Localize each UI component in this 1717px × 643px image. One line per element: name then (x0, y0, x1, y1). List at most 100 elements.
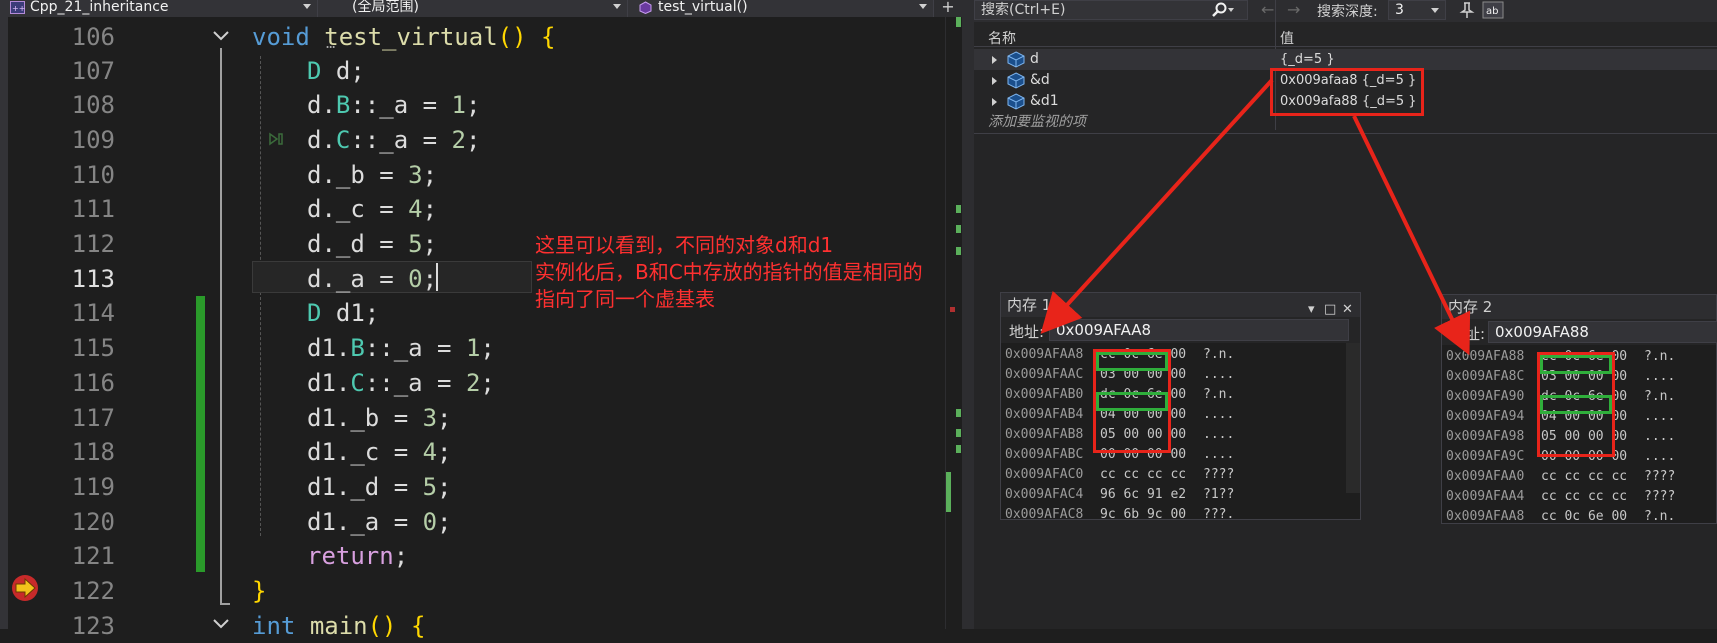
scroll-marker (956, 17, 961, 27)
code-text: () { (497, 23, 556, 51)
memory-address: 0x009AFAB0 (1005, 387, 1084, 402)
code-text: ::_a = (364, 334, 466, 362)
memory-chars: .... (1644, 369, 1676, 384)
memory-scrollbar[interactable] (1346, 343, 1360, 493)
run-to-click-icon[interactable] (267, 131, 287, 147)
collapse-chevron-icon[interactable] (212, 29, 230, 43)
pin-icon[interactable] (1458, 1, 1476, 19)
search-depth-value: 3 (1395, 2, 1404, 18)
object-cube-icon (1007, 93, 1025, 110)
code-line-108[interactable]: d.B::_a = 1; (307, 88, 480, 122)
indicator-margin[interactable] (0, 17, 8, 629)
column-header-value[interactable]: 值 (1280, 28, 1294, 48)
code-line-107[interactable]: D d; (307, 54, 365, 88)
code-line-113[interactable]: d._a = 0; (307, 262, 437, 296)
scope-dropdown[interactable]: (全局范围) (318, 0, 628, 17)
memory-row[interactable]: 0x009AFAC0 cc cc cc cc???? (1005, 465, 1335, 485)
code-text: ::_a = (364, 369, 466, 397)
memory-address: 0x009AFAA8 (1446, 509, 1525, 524)
memory-chars: .... (1203, 447, 1235, 462)
memory-chars: .... (1203, 367, 1235, 382)
watch-name: &d (1030, 72, 1050, 88)
code-line-112[interactable]: d._d = 5; (307, 227, 437, 261)
line-number: 110 (71, 161, 115, 189)
memory-chars: .... (1644, 449, 1676, 464)
search-next-button[interactable]: → (1287, 0, 1300, 19)
memory-row[interactable]: 0x009AFAC4 96 6c 91 e2 ?1?? (1005, 485, 1335, 505)
memory-window-1[interactable]: 内存 1 ▾ □ ✕ 地址: 0x009AFAA8 0x009AFAA8 cc 0… (1000, 292, 1361, 522)
code-text: ; (480, 334, 495, 362)
memory-row[interactable]: 0x009AFAA0 cc cc cc cc???? (1446, 467, 1717, 487)
code-text: d1. (307, 334, 351, 362)
code-line-110[interactable]: d._b = 3; (307, 158, 437, 192)
line-number: 119 (71, 473, 115, 501)
split-editor-button[interactable]: + (934, 0, 962, 17)
code-line-111[interactable]: d._c = 4; (307, 192, 437, 226)
memory-row[interactable]: 0x009AFAA4 cc cc cc cc???? (1446, 487, 1717, 507)
search-previous-button[interactable]: ← (1261, 0, 1274, 19)
watch-row[interactable]: d {_d=5 } (974, 49, 1717, 70)
address-input[interactable]: 0x009AFA88 (1488, 321, 1717, 343)
vbptr-highlight-box (1540, 395, 1612, 414)
code-text: ; (465, 91, 481, 119)
annotation-line: 指向了同一个虚基表 (535, 287, 715, 311)
code-line-118[interactable]: d1._c = 4; (307, 435, 452, 469)
scroll-marker (956, 409, 961, 417)
code-line-109[interactable]: d.C::_a = 2; (307, 123, 480, 157)
code-line-120[interactable]: d1._a = 0; (307, 505, 452, 539)
number-literal: 1 (465, 334, 481, 362)
code-editor[interactable]: ++ Cpp_21_inheritance (全局范围) test_virtua… (0, 0, 962, 640)
memory-chars: ?.n. (1203, 347, 1235, 362)
code-text: () { (367, 612, 426, 640)
memory-address: 0x009AFAAC (1005, 367, 1084, 382)
search-depth-dropdown[interactable]: 3 (1388, 0, 1446, 20)
search-icon[interactable] (1211, 1, 1235, 19)
address-highlight-box (1270, 68, 1424, 116)
code-line-119[interactable]: d1._d = 5; (307, 470, 452, 504)
panel-divider[interactable] (962, 0, 974, 629)
code-line-122[interactable]: } (252, 574, 266, 608)
number-literal: 0 (422, 508, 438, 536)
annotation-line: 这里可以看到，不同的对象d和d1 (535, 233, 834, 257)
function-identifier: main (309, 612, 368, 640)
search-depth-label: 搜索深度: (1317, 4, 1378, 20)
expand-arrow-icon[interactable] (992, 56, 997, 64)
memory-bytes: cc 0c 6e 00 (1541, 509, 1628, 524)
line-number: 107 (71, 57, 115, 85)
code-line-117[interactable]: d1._b = 3; (307, 401, 452, 435)
memory-chars: ???? (1203, 467, 1235, 482)
memory-row[interactable]: 0x009AFAC8 9c 6b 9c 00???. (1005, 505, 1335, 525)
code-line-116[interactable]: d1.C::_a = 2; (307, 366, 495, 400)
address-input[interactable]: 0x009AFAA8 (1049, 319, 1349, 341)
indent-guide (260, 56, 261, 536)
keyword-return: return (307, 542, 394, 570)
number-literal: 2 (451, 126, 466, 154)
type-identifier: D (307, 299, 322, 327)
search-input[interactable]: 搜索(Ctrl+E) (974, 0, 1248, 20)
expand-arrow-icon[interactable] (992, 77, 997, 85)
memory-bytes: cc cc cc cc (1541, 469, 1628, 484)
project-dropdown[interactable]: ++ Cpp_21_inheritance (0, 0, 318, 17)
code-line-121[interactable]: return; (307, 539, 408, 573)
code-line-115[interactable]: d1.B::_a = 1; (307, 331, 495, 365)
editor-vertical-scrollbar[interactable] (945, 17, 962, 629)
type-identifier: B (335, 91, 351, 119)
code-text: ; (422, 195, 438, 223)
line-number: 114 (71, 299, 115, 327)
hex-display-icon[interactable]: ab (1482, 1, 1504, 19)
code-line-106[interactable]: void test_virtual() { (252, 20, 555, 54)
memory-row[interactable]: 0x009AFAA8 cc 0c 6e 00 ?.n. (1446, 507, 1717, 527)
function-dropdown[interactable]: test_virtual() (628, 0, 934, 17)
memory-address: 0x009AFA94 (1446, 409, 1525, 424)
line-number: 122 (71, 577, 115, 605)
expand-arrow-icon[interactable] (992, 98, 997, 106)
line-number: 108 (71, 91, 115, 119)
number-literal: 3 (422, 404, 438, 432)
code-text: d._b = (307, 161, 409, 189)
code-line-114[interactable]: D d1; (307, 296, 379, 330)
column-header-name[interactable]: 名称 (988, 28, 1016, 48)
line-number: 121 (71, 542, 115, 570)
next-statement-arrow-icon (12, 575, 38, 601)
code-line-123[interactable]: int main() { (252, 609, 425, 643)
text-caret (436, 263, 438, 291)
